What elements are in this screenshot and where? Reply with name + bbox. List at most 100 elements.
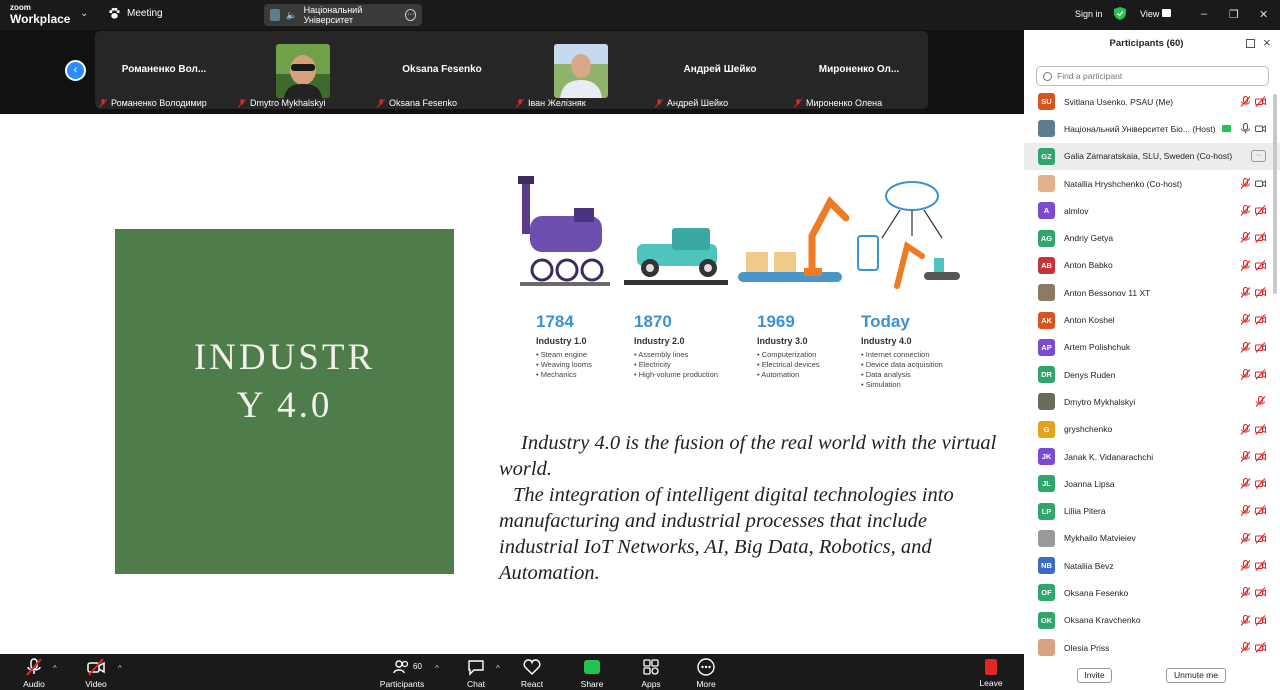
camera-off-icon[interactable] [1255,423,1266,435]
mic-muted-icon[interactable] [1240,587,1251,599]
video-tile[interactable]: Dmytro Mykhalskyi [234,32,372,110]
more-icon[interactable]: ··· [405,9,416,21]
video-tile[interactable]: Романенко Вол... Романенко Володимир [95,32,233,110]
sign-in-link[interactable]: Sign in [1075,9,1103,19]
participant-row[interactable]: Dmytro Mykhalskyi [1024,388,1280,415]
participant-row[interactable]: Aalmlov [1024,197,1280,224]
zoom-logo: zoom Workplace [10,3,71,26]
audio-options-caret[interactable]: ^ [53,664,57,673]
apps-button[interactable]: Apps [627,658,675,689]
participants-options-caret[interactable]: ^ [435,664,439,673]
camera-off-icon[interactable] [1255,532,1266,544]
mic-muted-icon[interactable] [1240,450,1251,462]
camera-off-icon[interactable] [1255,205,1266,217]
more-options-button[interactable]: ··· [1251,149,1266,162]
participant-row[interactable]: SU Svitlana Usenko. PSAU (Me) [1024,88,1280,115]
participant-row[interactable]: LP Liliia Pitera [1024,497,1280,524]
mic-muted-icon[interactable] [1240,641,1251,653]
camera-off-icon[interactable] [1255,96,1266,107]
participant-row[interactable]: OF Oksana Fesenko [1024,579,1280,606]
meeting-button[interactable]: Meeting [108,7,163,20]
camera-off-icon[interactable] [1255,259,1266,271]
participant-row[interactable]: Mykhailo Matvieiev [1024,525,1280,552]
camera-off-icon[interactable] [1255,369,1266,380]
camera-off-icon[interactable] [1255,341,1266,353]
video-button[interactable]: Video [72,658,120,689]
chat-button[interactable]: Chat [452,658,500,689]
audio-button[interactable]: Audio [10,658,58,689]
camera-off-icon[interactable] [1255,314,1266,326]
video-tile[interactable]: Oksana Fesenko Oksana Fesenko [373,32,511,110]
leave-button[interactable]: Leave [967,658,1015,688]
camera-off-icon[interactable] [1255,642,1266,653]
participant-row[interactable]: AP Artem Polishchuk [1024,334,1280,361]
mic-muted-icon[interactable] [1240,532,1251,544]
avatar: AG [1038,229,1055,247]
mic-muted-icon[interactable] [1240,505,1251,517]
share-button[interactable]: Share [568,658,616,689]
mic-muted-icon[interactable] [1240,478,1251,490]
close-window-icon[interactable]: ✕ [1259,8,1268,21]
mic-muted-icon[interactable] [1240,341,1251,353]
mic-muted-icon[interactable] [1240,314,1251,326]
gallery-prev-button[interactable]: ‹ [65,60,86,81]
participant-row[interactable]: Ggryshchenko [1024,416,1280,443]
camera-off-icon[interactable] [1255,287,1266,298]
minimize-icon[interactable]: – [1201,8,1207,20]
mic-muted-icon[interactable] [1240,232,1251,244]
video-tile[interactable]: Іван Желізняк [512,32,650,110]
participant-row[interactable]: JK Janak K. Vidanarachchi [1024,443,1280,470]
camera-off-icon[interactable] [1255,560,1266,571]
participant-row[interactable]: Natallia Hryshchenko (Co-host) [1024,170,1280,197]
video-options-caret[interactable]: ^ [118,664,122,673]
participant-row[interactable]: OK Oksana Kravchenko [1024,607,1280,634]
view-button[interactable]: View [1140,9,1159,19]
participant-row[interactable]: DR Denys Ruden [1024,361,1280,388]
camera-off-icon[interactable] [1255,587,1266,599]
participant-row[interactable]: JL Joanna Lipsa [1024,470,1280,497]
participant-row[interactable]: AK Anton Koshel [1024,306,1280,333]
close-icon[interactable]: × [1263,35,1271,50]
mic-muted-icon[interactable] [1240,177,1251,189]
participant-row[interactable]: AG Andriy Getya [1024,224,1280,251]
camera-off-icon[interactable] [1255,478,1266,490]
camera-off-icon[interactable] [1255,232,1266,244]
mic-muted-icon[interactable] [1240,96,1251,107]
chevron-down-icon[interactable]: ⌄ [80,8,88,19]
camera-icon[interactable] [1255,123,1266,134]
participant-row[interactable]: NB Nataliia Bevz [1024,552,1280,579]
invite-button[interactable]: Invite [1077,668,1112,683]
mic-muted-icon[interactable] [1240,205,1251,217]
camera-off-icon[interactable] [1255,450,1266,462]
participant-row[interactable]: Anton Bessonov 11 ХТ [1024,279,1280,306]
restore-icon[interactable]: ❐ [1229,8,1239,21]
mic-muted-icon[interactable] [1240,287,1251,298]
participant-photo [276,44,330,98]
panel-scrollbar[interactable] [1273,94,1277,294]
participant-row[interactable]: AB Anton Babko [1024,252,1280,279]
mic-muted-icon[interactable] [1240,614,1251,626]
participant-name: Denys Ruden [1064,369,1116,380]
camera-off-icon[interactable] [1255,505,1266,517]
video-tile[interactable]: Мироненко Ол... Мироненко Олена [790,32,928,110]
pop-out-icon[interactable] [1246,39,1255,48]
mic-muted-icon[interactable] [1240,423,1251,435]
more-button[interactable]: More [682,658,730,689]
mic-muted-icon[interactable] [1240,368,1251,380]
mic-muted-icon[interactable] [1240,560,1251,571]
mic-muted-icon[interactable] [1255,396,1266,408]
active-speaker-pill[interactable]: 🔈 Національний Університет ··· [264,4,422,26]
participant-search[interactable] [1036,66,1269,86]
video-tile[interactable]: Андрей Шейко Андрей Шейко [651,32,789,110]
camera-off-icon[interactable] [1255,614,1266,626]
camera-icon[interactable] [1255,178,1266,189]
search-input[interactable] [1057,71,1257,81]
unmute-me-button[interactable]: Unmute me [1166,668,1226,683]
participant-row[interactable]: GZ Galia Zamaratskaia, SLU, Sweden (Co-ho… [1024,142,1280,170]
mic-muted-icon[interactable] [1240,259,1251,271]
mic-icon[interactable] [1240,123,1251,134]
participant-row[interactable]: Національний Університет Біо... (Host) [1024,115,1280,142]
chat-options-caret[interactable]: ^ [496,664,500,673]
participant-row[interactable]: Olesia Priss [1024,634,1280,661]
react-button[interactable]: React [508,658,556,689]
